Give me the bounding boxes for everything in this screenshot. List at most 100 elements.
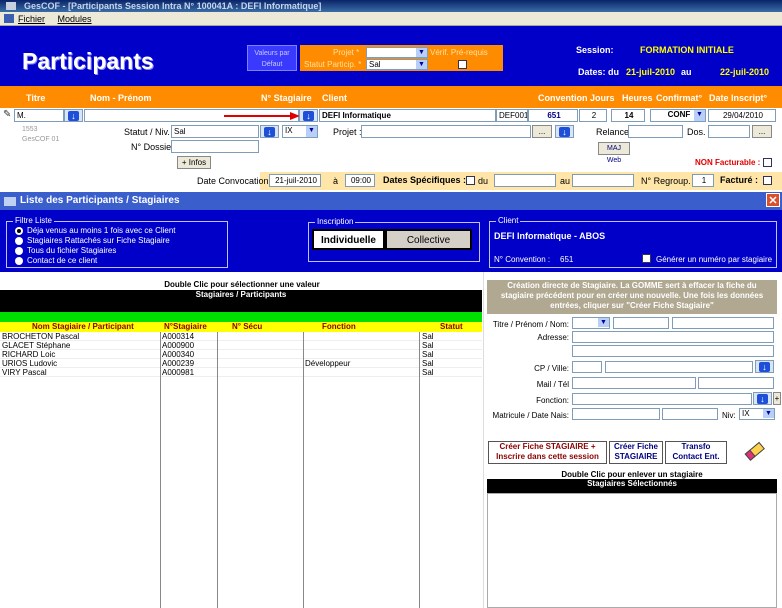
table-row[interactable]: GLACET Stéphane A000900 Sal: [0, 341, 482, 350]
radio-icon: [15, 246, 23, 255]
du-field[interactable]: [494, 174, 556, 187]
ville-lookup-button[interactable]: ↓: [755, 360, 774, 373]
table-row[interactable]: URIOS Ludovic A000239 Développeur Sal: [0, 359, 482, 368]
convention-label: N° Convention :: [494, 255, 551, 264]
generer-label: Générer un numéro par stagiaire: [656, 255, 773, 264]
titre-field[interactable]: M.: [14, 109, 64, 122]
statut-field[interactable]: Sal: [171, 125, 259, 138]
ville-field[interactable]: [605, 361, 753, 373]
maj-web-button[interactable]: MAJ Web: [598, 142, 630, 164]
statut-lookup-button[interactable]: ↓: [260, 125, 279, 138]
individuelle-button[interactable]: Individuelle: [312, 229, 385, 250]
dos-field[interactable]: [708, 125, 750, 138]
convention-field[interactable]: 651: [528, 109, 578, 122]
dossier-field[interactable]: [171, 140, 259, 153]
date-nais-field[interactable]: [662, 408, 718, 420]
header-statut[interactable]: Statut: [440, 322, 463, 331]
generer-checkbox[interactable]: [642, 254, 651, 263]
header-secu[interactable]: N° Sécu: [232, 322, 262, 331]
filtre-option-2[interactable]: Stagiaires Rattachés sur Fiche Stagiaire: [15, 236, 176, 246]
a-label: à: [333, 176, 339, 186]
selected-heading: Stagiaires Sélectionnés: [487, 479, 777, 493]
new-niv-select[interactable]: IX ▼: [739, 408, 775, 420]
filtre-option-1[interactable]: Déja venus au moins 1 fois avec ce Clien…: [15, 226, 176, 236]
jours-field[interactable]: 2: [579, 109, 607, 122]
relance-field[interactable]: [628, 125, 683, 138]
au-field[interactable]: [572, 174, 634, 187]
projet-select[interactable]: ▼: [366, 47, 428, 58]
projet-record-field[interactable]: [361, 125, 531, 138]
facture-checkbox[interactable]: [763, 176, 772, 185]
transfo-contact-button[interactable]: Transfo Contact Ent.: [665, 441, 727, 464]
col-date-inscript: Date Inscript°: [709, 93, 768, 103]
matricule-field[interactable]: [572, 408, 660, 420]
collective-button[interactable]: Collective: [385, 229, 472, 250]
new-prenom-field[interactable]: [613, 317, 669, 329]
table-row[interactable]: RICHARD Loic A000340 Sal: [0, 350, 482, 359]
fonction-field[interactable]: [572, 393, 752, 405]
dos-browse-button[interactable]: ...: [752, 125, 772, 138]
non-facturable-checkbox[interactable]: [763, 158, 772, 167]
date-convoc-field[interactable]: 21-juil-2010: [269, 174, 321, 187]
new-titre-select[interactable]: ▼: [572, 317, 610, 329]
chevron-down-icon: ▼: [763, 409, 774, 418]
projet-browse-button[interactable]: ...: [532, 125, 552, 138]
menu-modules[interactable]: Modules: [58, 14, 92, 24]
list-green-bar: [0, 312, 482, 322]
confirmat-select[interactable]: CONF ▼: [650, 109, 706, 122]
menu-fichier[interactable]: Fichier: [18, 14, 45, 24]
mail-field[interactable]: [572, 377, 696, 389]
cp-field[interactable]: [572, 361, 602, 373]
header-fonction[interactable]: Fonction: [322, 322, 356, 331]
column-divider: [160, 332, 161, 608]
client-field[interactable]: DEFI Informatique: [319, 109, 496, 122]
table-row[interactable]: BROCHETON Pascal A000314 Sal: [0, 332, 482, 341]
heures-field[interactable]: 14: [611, 109, 645, 122]
plus-infos-button[interactable]: + Infos: [177, 156, 211, 169]
new-nom-field[interactable]: [672, 317, 774, 329]
regroup-label: N° Regroup. :: [641, 176, 696, 186]
regroup-field[interactable]: 1: [692, 174, 714, 187]
stagiaire-lookup-button[interactable]: ↓: [299, 109, 318, 122]
filtre-title: Filtre Liste: [13, 216, 54, 225]
adresse-field-2[interactable]: [572, 345, 774, 357]
date-inscript-field[interactable]: 29/04/2010: [708, 109, 776, 122]
col-heures: Heures: [622, 93, 653, 103]
creer-inscrire-button[interactable]: Créer Fiche STAGIAIRE + Inscrire dans ce…: [488, 441, 607, 464]
client-title: Client: [496, 216, 521, 225]
selected-list[interactable]: [487, 493, 777, 608]
col-confirmat: Confirmat°: [656, 93, 703, 103]
date-to: 22-juil-2010: [720, 67, 770, 77]
heure-field[interactable]: 09:00: [345, 174, 375, 187]
list-heading: Stagiaires / Participants: [0, 290, 482, 312]
fonction-lookup-button[interactable]: ↓: [753, 392, 772, 405]
creer-fiche-button[interactable]: Créer Fiche STAGIAIRE: [609, 441, 663, 464]
header-nom[interactable]: Nom Stagiaire / Participant: [32, 322, 134, 331]
adresse-field-1[interactable]: [572, 331, 774, 343]
close-icon[interactable]: ✕: [766, 193, 780, 207]
projet-lookup-button[interactable]: ↓: [555, 125, 574, 138]
remove-hint: Double Clic pour enlever un stagiaire: [561, 470, 703, 479]
table-row[interactable]: VIRY Pascal A000981 Sal: [0, 368, 482, 377]
statut-particip-label: Statut Particip. *: [304, 60, 362, 69]
filtre-option-3[interactable]: Tous du fichier Stagiaires: [15, 246, 176, 256]
filtre-option-4[interactable]: Contact de ce client: [15, 256, 176, 266]
verif-prerequis-checkbox[interactable]: [458, 60, 467, 69]
chevron-down-icon: ▼: [416, 48, 427, 57]
client-code-field[interactable]: DEF001: [496, 109, 528, 122]
pencil-icon: ✎: [3, 109, 12, 120]
client-name: DEFI Informatique - ABOS: [494, 231, 606, 241]
panel-title: Liste des Participants / Stagiaires: [20, 195, 180, 206]
col-convention: Convention: [538, 93, 588, 103]
default-values-button[interactable]: Valeurs par Défaut: [247, 45, 297, 71]
titre-lookup-button[interactable]: ↓: [64, 109, 83, 122]
du-label: du: [478, 176, 489, 186]
eraser-icon[interactable]: [740, 439, 768, 465]
niv-select[interactable]: IX ▼: [282, 125, 318, 138]
add-fonction-button[interactable]: +: [773, 392, 781, 405]
dates-specifiques-checkbox[interactable]: [466, 176, 475, 185]
tel-field[interactable]: [698, 377, 774, 389]
chevron-down-icon: ▼: [416, 60, 427, 69]
statut-particip-select[interactable]: Sal ▼: [366, 59, 428, 70]
header-stagiaire[interactable]: N°Stagiaire: [164, 322, 207, 331]
